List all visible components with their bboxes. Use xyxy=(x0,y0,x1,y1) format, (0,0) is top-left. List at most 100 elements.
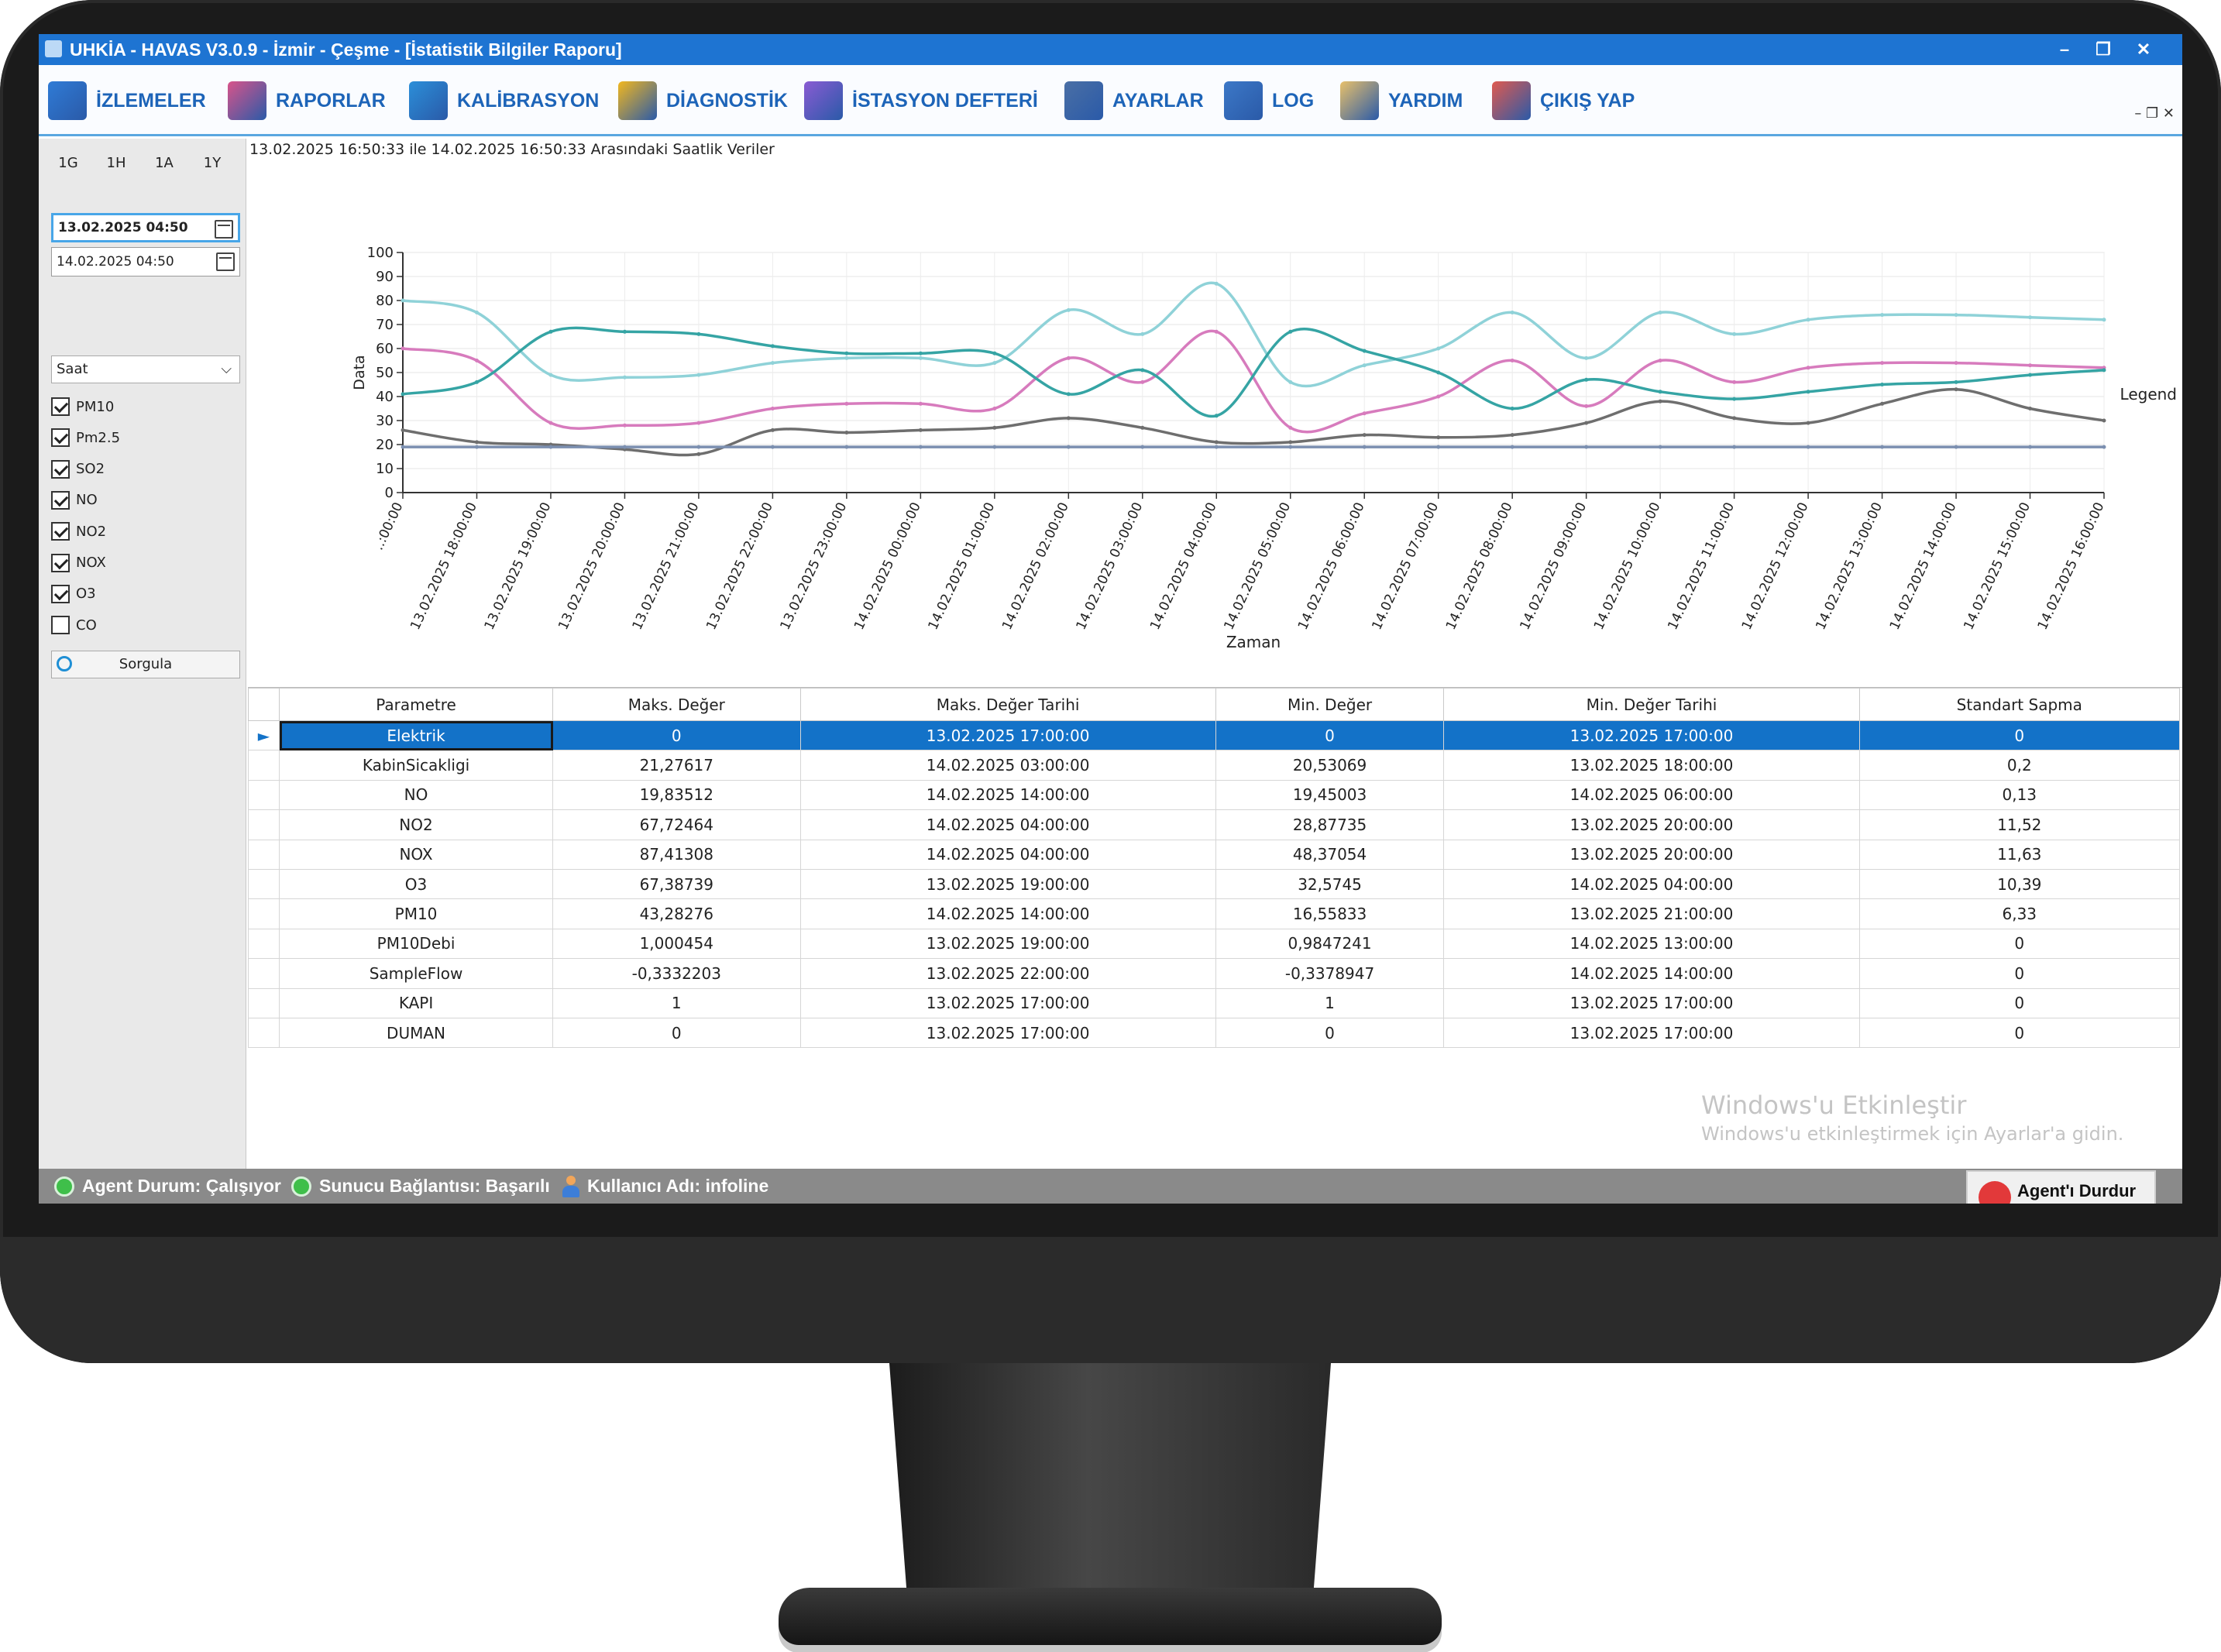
menu-item-2[interactable]: KALİBRASYON xyxy=(409,79,599,122)
table-cell[interactable]: 13.02.2025 17:00:00 xyxy=(1443,987,1860,1018)
parameter-checkbox-nox[interactable]: NOX xyxy=(51,551,237,575)
table-cell[interactable]: 67,38739 xyxy=(552,868,801,900)
start-date-field[interactable]: 13.02.2025 04:50 xyxy=(51,213,240,242)
table-cell[interactable]: SampleFlow xyxy=(278,958,554,989)
row-selector[interactable] xyxy=(248,928,280,960)
parameter-checkbox-o3[interactable]: O3 xyxy=(51,582,237,606)
table-row[interactable]: PM10 43,28276 14.02.2025 14:00:00 16,55833 1… xyxy=(248,898,2181,929)
table-cell[interactable]: 13.02.2025 22:00:00 xyxy=(799,958,1216,989)
mdi-window-controls[interactable]: – ❐ ✕ xyxy=(2134,105,2175,122)
table-cell[interactable]: KAPI xyxy=(278,987,554,1018)
table-cell[interactable]: 28,87735 xyxy=(1215,809,1445,840)
table-row[interactable]: KAPI 1 13.02.2025 17:00:00 1 13.02.2025 17:0… xyxy=(248,987,2181,1018)
table-cell[interactable]: Elektrik xyxy=(278,720,554,751)
column-header[interactable]: Min. Değer xyxy=(1215,688,1445,721)
parameter-checkbox-pm25[interactable]: Pm2.5 xyxy=(51,426,237,449)
restore-button[interactable]: ❐ xyxy=(2084,34,2123,65)
table-cell[interactable]: 13.02.2025 17:00:00 xyxy=(799,720,1216,751)
checkbox-checked-icon[interactable] xyxy=(51,553,70,572)
table-cell[interactable]: 14.02.2025 04:00:00 xyxy=(799,839,1216,870)
menu-item-6[interactable]: LOG xyxy=(1224,79,1314,122)
row-selector[interactable] xyxy=(248,809,280,840)
row-selector[interactable] xyxy=(248,987,280,1018)
menu-item-7[interactable]: YARDIM xyxy=(1340,79,1463,122)
column-header[interactable]: Min. Değer Tarihi xyxy=(1443,688,1860,721)
calendar-icon[interactable] xyxy=(215,220,233,239)
parameter-checkbox-no2[interactable]: NO2 xyxy=(51,520,237,543)
table-cell[interactable]: 0 xyxy=(1858,1017,2181,1049)
row-selector[interactable] xyxy=(248,898,280,929)
table-cell[interactable]: 13.02.2025 20:00:00 xyxy=(1443,839,1860,870)
menu-item-3[interactable]: DİAGNOSTİK xyxy=(618,79,788,122)
table-cell[interactable]: 13.02.2025 17:00:00 xyxy=(799,987,1216,1018)
table-cell[interactable]: PM10Debi xyxy=(278,928,554,960)
table-row[interactable]: PM10Debi 1,000454 13.02.2025 19:00:00 0,984… xyxy=(248,928,2181,960)
menu-item-0[interactable]: İZLEMELER xyxy=(48,79,206,122)
table-row[interactable]: KabinSicakligi 21,27617 14.02.2025 03:00:0… xyxy=(248,750,2181,781)
table-cell[interactable]: 13.02.2025 17:00:00 xyxy=(1443,720,1860,751)
table-row[interactable]: DUMAN 0 13.02.2025 17:00:00 0 13.02.2025 17:… xyxy=(248,1017,2181,1049)
table-cell[interactable]: 16,55833 xyxy=(1215,898,1445,929)
minimize-button[interactable]: – xyxy=(2045,34,2084,65)
table-cell[interactable]: 10,39 xyxy=(1858,868,2181,900)
period-select[interactable]: Saat ⌵ xyxy=(51,355,240,383)
stop-agent-button[interactable]: Agent'ı Durdur xyxy=(1966,1170,2156,1204)
row-selector[interactable]: ► xyxy=(248,720,280,751)
table-cell[interactable]: 14.02.2025 14:00:00 xyxy=(799,779,1216,811)
table-cell[interactable]: 48,37054 xyxy=(1215,839,1445,870)
table-cell[interactable]: 13.02.2025 21:00:00 xyxy=(1443,898,1860,929)
table-cell[interactable]: 11,63 xyxy=(1858,839,2181,870)
table-cell[interactable]: 14.02.2025 04:00:00 xyxy=(799,809,1216,840)
table-cell[interactable]: 0 xyxy=(1215,1017,1445,1049)
table-cell[interactable]: 20,53069 xyxy=(1215,750,1445,781)
table-cell[interactable]: NO2 xyxy=(278,809,554,840)
table-cell[interactable]: 1 xyxy=(552,987,801,1018)
table-cell[interactable]: 1 xyxy=(1215,987,1445,1018)
table-cell[interactable]: 87,41308 xyxy=(552,839,801,870)
table-cell[interactable]: 14.02.2025 13:00:00 xyxy=(1443,928,1860,960)
table-cell[interactable]: 13.02.2025 17:00:00 xyxy=(1443,1017,1860,1049)
table-cell[interactable]: 1,000454 xyxy=(552,928,801,960)
checkbox-checked-icon[interactable] xyxy=(51,428,70,448)
row-selector[interactable] xyxy=(248,1017,280,1049)
table-cell[interactable]: DUMAN xyxy=(278,1017,554,1049)
table-cell[interactable]: 13.02.2025 19:00:00 xyxy=(799,928,1216,960)
table-cell[interactable]: 0 xyxy=(1858,958,2181,989)
table-cell[interactable]: 14.02.2025 14:00:00 xyxy=(1443,958,1860,989)
table-cell[interactable]: NOX xyxy=(278,839,554,870)
table-cell[interactable]: 6,33 xyxy=(1858,898,2181,929)
table-cell[interactable]: 11,52 xyxy=(1858,809,2181,840)
column-header[interactable]: Maks. Değer xyxy=(552,688,801,721)
table-cell[interactable]: 13.02.2025 18:00:00 xyxy=(1443,750,1860,781)
checkbox-checked-icon[interactable] xyxy=(51,584,70,603)
table-cell[interactable]: 14.02.2025 06:00:00 xyxy=(1443,779,1860,811)
parameter-checkbox-so2[interactable]: SO2 xyxy=(51,458,237,481)
table-cell[interactable]: 13.02.2025 17:00:00 xyxy=(799,1017,1216,1049)
table-row[interactable]: NO 19,83512 14.02.2025 14:00:00 19,45003 14.… xyxy=(248,779,2181,811)
table-cell[interactable]: 0,13 xyxy=(1858,779,2181,811)
table-row[interactable]: SampleFlow -0,3332203 13.02.2025 22:00:00-… xyxy=(248,958,2181,989)
checkbox-checked-icon[interactable] xyxy=(51,397,70,416)
checkbox-checked-icon[interactable] xyxy=(51,522,70,541)
table-cell[interactable]: 0,9847241 xyxy=(1215,928,1445,960)
row-selector[interactable] xyxy=(248,958,280,989)
table-cell[interactable]: PM10 xyxy=(278,898,554,929)
table-cell[interactable]: 0,2 xyxy=(1858,750,2181,781)
table-cell[interactable]: 43,28276 xyxy=(552,898,801,929)
table-cell[interactable]: 19,83512 xyxy=(552,779,801,811)
menu-item-4[interactable]: İSTASYON DEFTERİ xyxy=(804,79,1038,122)
table-cell[interactable]: 0 xyxy=(552,720,801,751)
menu-item-5[interactable]: AYARLAR xyxy=(1064,79,1204,122)
column-header[interactable]: Maks. Değer Tarihi xyxy=(799,688,1216,721)
range-button-1a[interactable]: 1A xyxy=(143,148,186,179)
row-selector[interactable] xyxy=(248,839,280,870)
table-cell[interactable]: 14.02.2025 04:00:00 xyxy=(1443,868,1860,900)
table-cell[interactable]: -0,3332203 xyxy=(552,958,801,989)
calendar-icon[interactable] xyxy=(216,252,235,271)
range-button-1y[interactable]: 1Y xyxy=(191,148,234,179)
parameter-checkbox-co[interactable]: CO xyxy=(51,613,237,637)
table-cell[interactable]: 0 xyxy=(1858,928,2181,960)
table-cell[interactable]: 13.02.2025 19:00:00 xyxy=(799,868,1216,900)
table-cell[interactable]: -0,3378947 xyxy=(1215,958,1445,989)
table-cell[interactable]: 32,5745 xyxy=(1215,868,1445,900)
